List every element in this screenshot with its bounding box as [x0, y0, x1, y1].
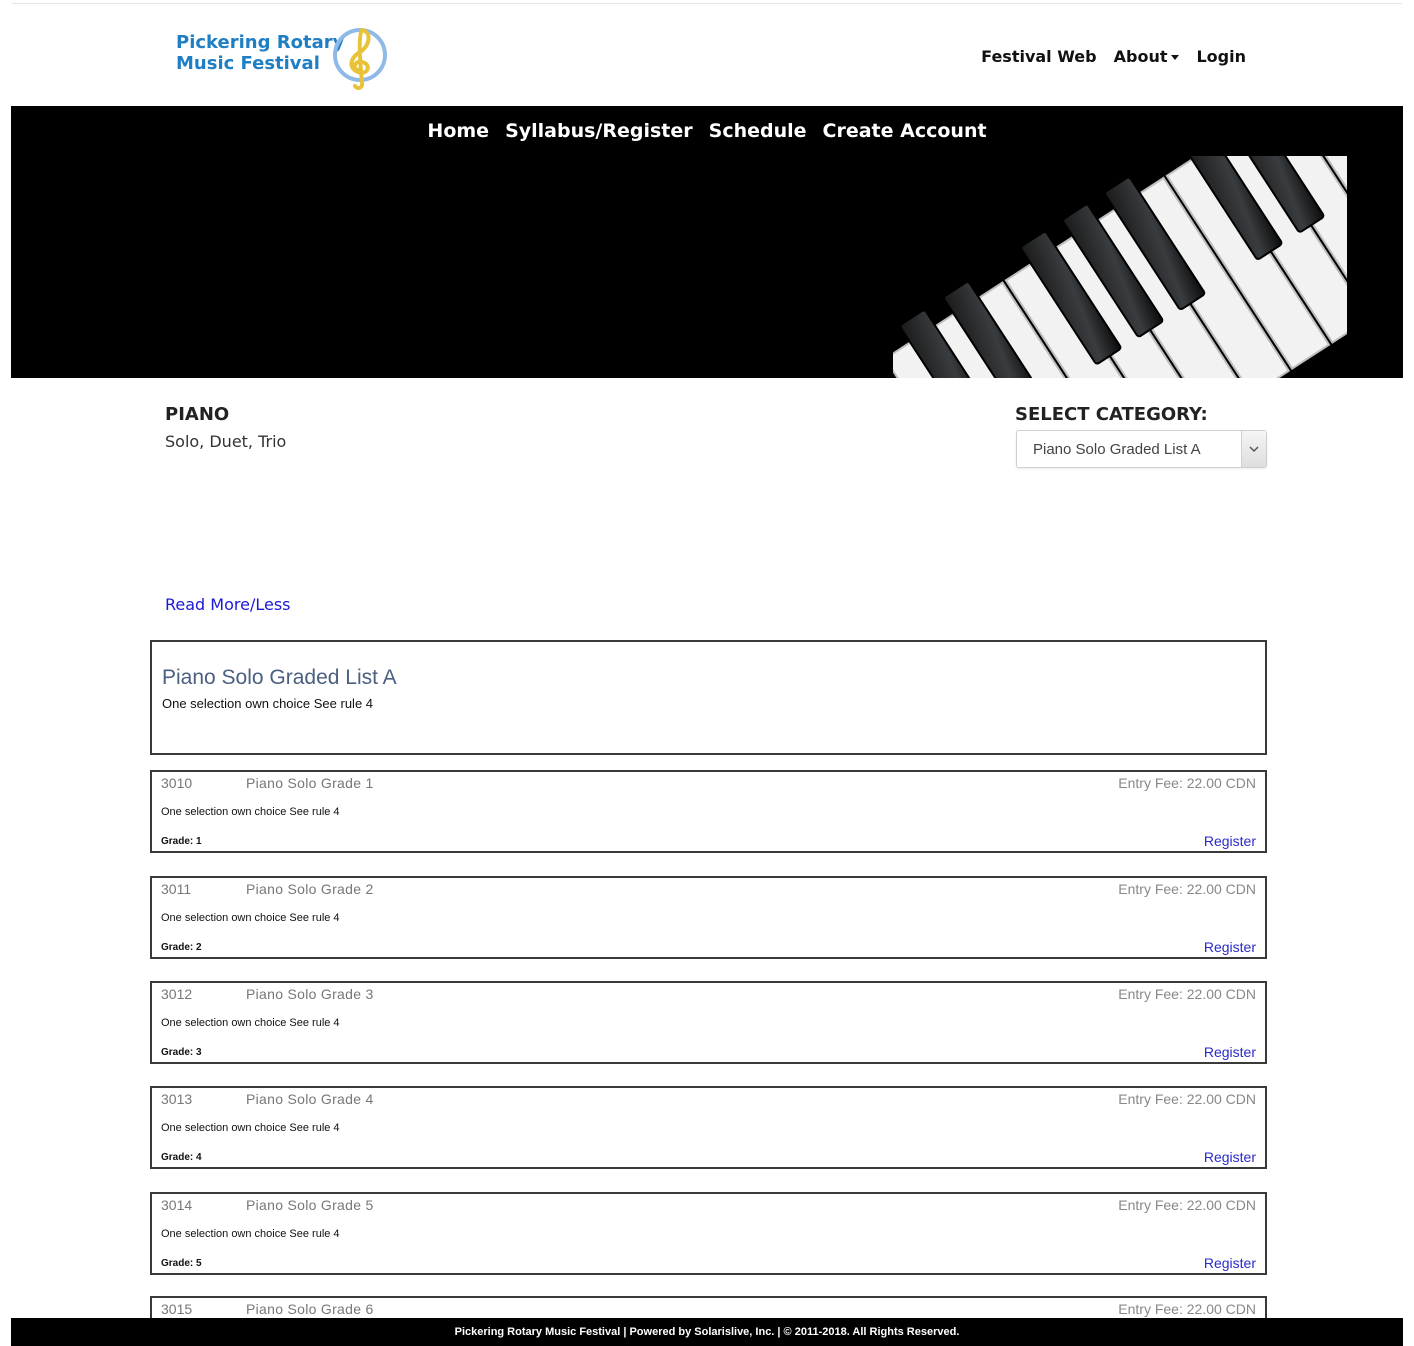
- footer-copyright: Pickering Rotary Music Festival | Powere…: [454, 1326, 960, 1338]
- register-link[interactable]: Register: [1204, 1255, 1256, 1271]
- entry-fee: Entry Fee: 22.00 CDN: [1118, 1197, 1256, 1213]
- instrument-subtitle: Solo, Duet, Trio: [165, 432, 287, 451]
- register-link[interactable]: Register: [1204, 939, 1256, 955]
- class-entry: 3011 Piano Solo Grade 2 Entry Fee: 22.00…: [150, 876, 1267, 959]
- top-divider: [12, 3, 1402, 4]
- class-description: One selection own choice See rule 4: [161, 806, 340, 818]
- class-name: Piano Solo Grade 6: [246, 1301, 374, 1317]
- class-description: One selection own choice See rule 4: [161, 1228, 340, 1240]
- class-code: 3010: [161, 775, 193, 791]
- chevron-down-icon[interactable]: [1241, 431, 1266, 467]
- class-grade: Grade: 5: [161, 1258, 202, 1269]
- logo-text: Pickering Rotary Music Festival: [176, 32, 344, 74]
- festival-web-link[interactable]: Festival Web: [981, 47, 1096, 66]
- entry-fee: Entry Fee: 22.00 CDN: [1118, 986, 1256, 1002]
- class-name: Piano Solo Grade 5: [246, 1197, 374, 1213]
- caret-down-icon: [1171, 55, 1180, 60]
- class-name: Piano Solo Grade 1: [246, 775, 374, 791]
- class-code: 3014: [161, 1197, 193, 1213]
- login-label: Login: [1196, 47, 1246, 66]
- class-name: Piano Solo Grade 3: [246, 986, 374, 1002]
- logo-line-1: Pickering Rotary: [176, 32, 345, 53]
- entry-fee: Entry Fee: 22.00 CDN: [1118, 775, 1256, 791]
- class-code: 3013: [161, 1091, 193, 1107]
- class-grade: Grade: 1: [161, 836, 202, 847]
- register-link[interactable]: Register: [1204, 1149, 1256, 1165]
- class-name: Piano Solo Grade 2: [246, 881, 374, 897]
- class-name: Piano Solo Grade 4: [246, 1091, 374, 1107]
- logo-line-2: Music Festival: [176, 53, 320, 74]
- class-code: 3015: [161, 1301, 193, 1317]
- top-nav: Festival Web About Login: [981, 47, 1246, 66]
- class-code: 3012: [161, 986, 193, 1002]
- instrument-title: PIANO: [165, 404, 230, 425]
- class-description: One selection own choice See rule 4: [161, 912, 340, 924]
- festival-web-label: Festival Web: [981, 47, 1097, 66]
- class-description: One selection own choice See rule 4: [161, 1122, 340, 1134]
- nav-create-account[interactable]: Create Account: [823, 120, 987, 142]
- nav-home[interactable]: Home: [427, 120, 489, 142]
- read-more-link[interactable]: Read More/Less: [165, 595, 291, 614]
- hero-banner: Home Syllabus/Register Schedule Create A…: [11, 106, 1403, 378]
- about-label: About: [1113, 47, 1168, 66]
- entry-fee: Entry Fee: 22.00 CDN: [1118, 1091, 1256, 1107]
- category-select-value: Piano Solo Graded List A: [1033, 441, 1201, 458]
- select-category-label: SELECT CATEGORY:: [1015, 404, 1208, 425]
- treble-clef-icon: [333, 28, 387, 91]
- register-link[interactable]: Register: [1204, 1044, 1256, 1060]
- class-entry: 3012 Piano Solo Grade 3 Entry Fee: 22.00…: [150, 981, 1267, 1064]
- piano-keys-image: [893, 156, 1347, 378]
- nav-syllabus-register[interactable]: Syllabus/Register: [505, 120, 693, 142]
- entry-fee: Entry Fee: 22.00 CDN: [1118, 881, 1256, 897]
- nav-schedule[interactable]: Schedule: [709, 120, 807, 142]
- class-entry: 3013 Piano Solo Grade 4 Entry Fee: 22.00…: [150, 1086, 1267, 1169]
- class-entry: 3014 Piano Solo Grade 5 Entry Fee: 22.00…: [150, 1192, 1267, 1275]
- category-description: One selection own choice See rule 4: [162, 696, 374, 711]
- main-nav: Home Syllabus/Register Schedule Create A…: [11, 120, 1403, 142]
- category-select[interactable]: Piano Solo Graded List A: [1016, 430, 1267, 468]
- entry-fee: Entry Fee: 22.00 CDN: [1118, 1301, 1256, 1317]
- class-grade: Grade: 2: [161, 942, 202, 953]
- category-title: Piano Solo Graded List A: [162, 666, 397, 689]
- class-code: 3011: [161, 881, 192, 897]
- class-grade: Grade: 4: [161, 1152, 202, 1163]
- class-grade: Grade: 3: [161, 1047, 202, 1058]
- about-dropdown[interactable]: About: [1114, 47, 1180, 66]
- login-link[interactable]: Login: [1196, 47, 1246, 66]
- register-link[interactable]: Register: [1204, 833, 1256, 849]
- category-header-box: Piano Solo Graded List A One selection o…: [150, 640, 1267, 755]
- footer: Pickering Rotary Music Festival | Powere…: [11, 1318, 1403, 1346]
- class-entry: 3010 Piano Solo Grade 1 Entry Fee: 22.00…: [150, 770, 1267, 853]
- class-description: One selection own choice See rule 4: [161, 1017, 340, 1029]
